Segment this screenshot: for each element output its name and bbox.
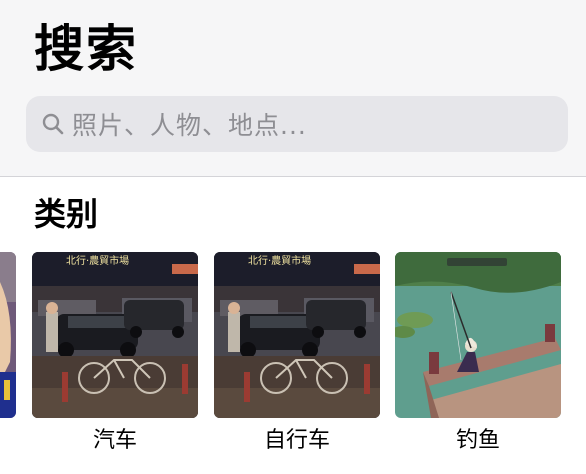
category-label-bicycle: 自行车	[263, 428, 330, 453]
search-input[interactable]: 照片、人物、地点...	[26, 96, 568, 152]
header-divider	[0, 176, 586, 177]
search-header: 搜索 照片、人物、地点...	[0, 0, 586, 176]
storefront-sign: 北行·農貿市場	[66, 254, 129, 267]
category-thumbnail-partial[interactable]	[0, 252, 16, 418]
category-label-fishing: 钓鱼	[455, 428, 500, 453]
search-placeholder: 照片、人物、地点...	[72, 111, 307, 140]
search-icon	[40, 111, 66, 137]
category-label-car: 汽车	[92, 428, 137, 453]
categories-title: 类别	[34, 195, 99, 233]
storefront-sign: 北行·農貿市場	[248, 254, 311, 267]
category-thumbnail-fishing[interactable]	[395, 252, 561, 418]
page-title: 搜索	[34, 20, 138, 78]
photos-search-screen: 搜索 照片、人物、地点... 类别 北行·農貿市場 汽车 北行·農貿市場 自行车…	[0, 0, 586, 474]
category-thumbnail-bicycle[interactable]: 北行·農貿市場	[214, 252, 380, 418]
category-thumbnail-car[interactable]: 北行·農貿市場	[32, 252, 198, 418]
